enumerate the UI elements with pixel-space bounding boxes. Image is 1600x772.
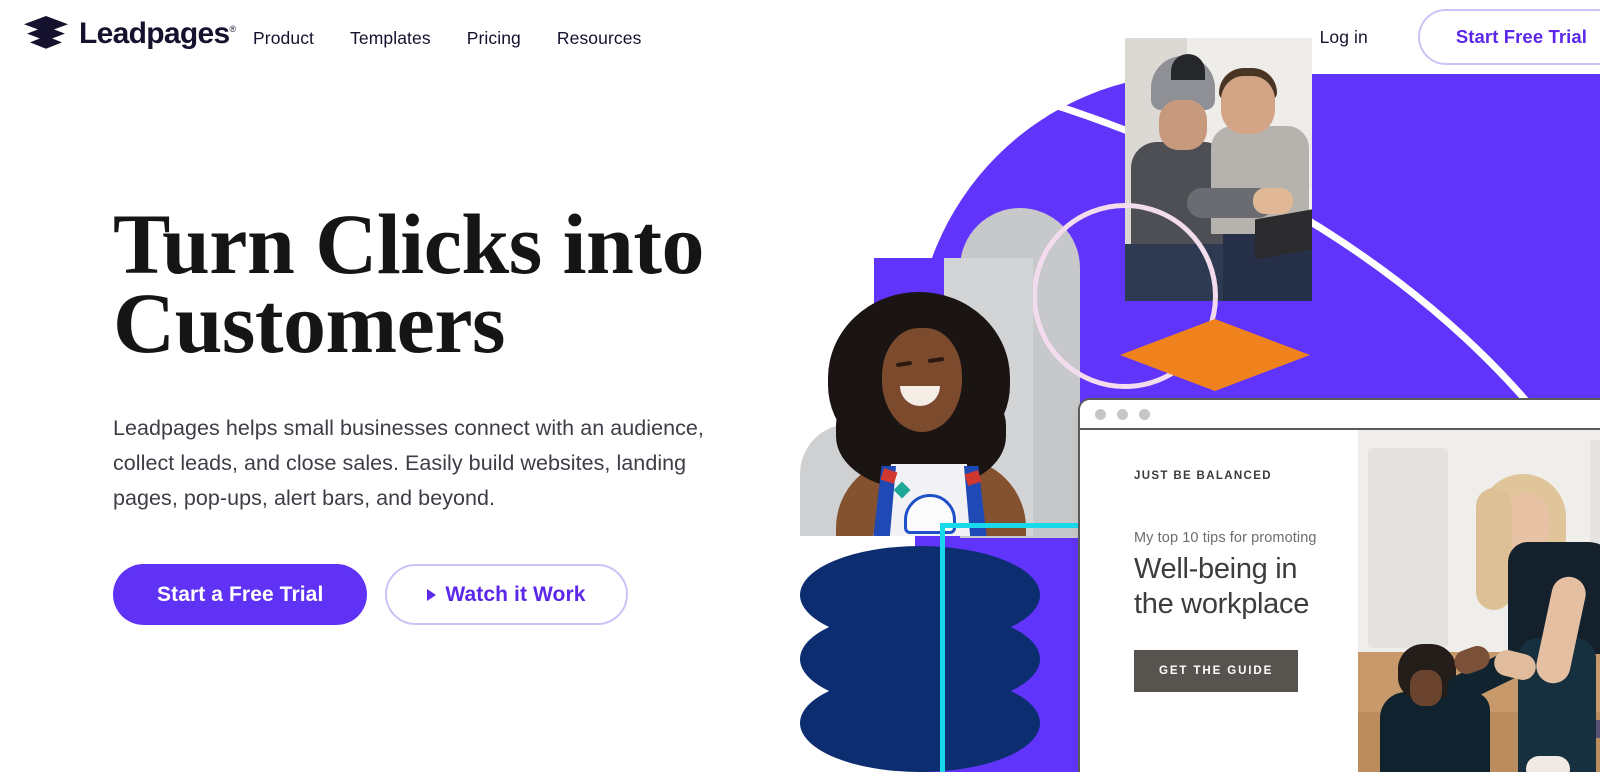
primary-navigation: Product Templates Pricing Resources	[253, 25, 641, 51]
hero-illustration: JUST BE BALANCED My top 10 tips for prom…	[760, 0, 1600, 772]
mockup-heading: Well-being in the workplace	[1134, 552, 1358, 623]
browser-content: JUST BE BALANCED My top 10 tips for prom…	[1080, 430, 1600, 772]
two-women-stretching-photo	[1358, 430, 1600, 772]
window-dot-maximize-icon	[1139, 408, 1150, 420]
play-triangle-icon	[427, 588, 437, 601]
brand-logo-link[interactable]: Leadpages®	[24, 16, 236, 52]
hero-subtitle: Leadpages helps small businesses connect…	[113, 416, 704, 511]
start-a-free-trial-button[interactable]: Start a Free Trial	[113, 564, 368, 626]
hero-cta-row: Start a Free Trial Watch it Work	[113, 564, 793, 626]
nav-item-resources[interactable]: Resources	[557, 25, 642, 51]
stacked-layers-icon	[24, 16, 68, 49]
login-link[interactable]: Log in	[1320, 27, 1368, 48]
hero-copy: Turn Clicks into Customers Leadpages hel…	[113, 196, 793, 626]
window-dot-close-icon	[1095, 408, 1106, 420]
get-the-guide-button[interactable]: GET THE GUIDE	[1134, 649, 1299, 692]
brand-wordmark: Leadpages®	[79, 17, 237, 50]
nav-item-product[interactable]: Product	[253, 25, 314, 51]
nav-item-pricing[interactable]: Pricing	[467, 25, 521, 51]
start-free-trial-button[interactable]: Start Free Trial	[1417, 9, 1600, 65]
mockup-text-column: JUST BE BALANCED My top 10 tips for prom…	[1080, 430, 1359, 772]
watch-it-work-button[interactable]: Watch it Work	[385, 564, 628, 626]
nav-item-templates[interactable]: Templates	[350, 25, 431, 51]
mockup-heading-line2: the workplace	[1134, 588, 1310, 621]
registered-trademark-icon: ®	[229, 24, 237, 34]
site-header: Leadpages® Product Templates Pricing Res…	[0, 0, 1600, 76]
mockup-eyebrow: JUST BE BALANCED	[1134, 470, 1272, 482]
mockup-heading-line1: Well-being in	[1134, 553, 1298, 585]
mockup-kicker: My top 10 tips for promoting	[1134, 530, 1317, 546]
browser-mockup: JUST BE BALANCED My top 10 tips for prom…	[1078, 398, 1600, 772]
page-title: Turn Clicks into Customers	[113, 196, 705, 372]
watch-it-work-label: Watch it Work	[445, 582, 586, 606]
smiling-woman-portrait	[800, 258, 1033, 536]
browser-titlebar	[1080, 400, 1600, 430]
window-dot-minimize-icon	[1117, 408, 1128, 420]
header-actions: Log in Start Free Trial	[1320, 9, 1600, 65]
landing-page: Leadpages® Product Templates Pricing Res…	[0, 0, 1600, 772]
